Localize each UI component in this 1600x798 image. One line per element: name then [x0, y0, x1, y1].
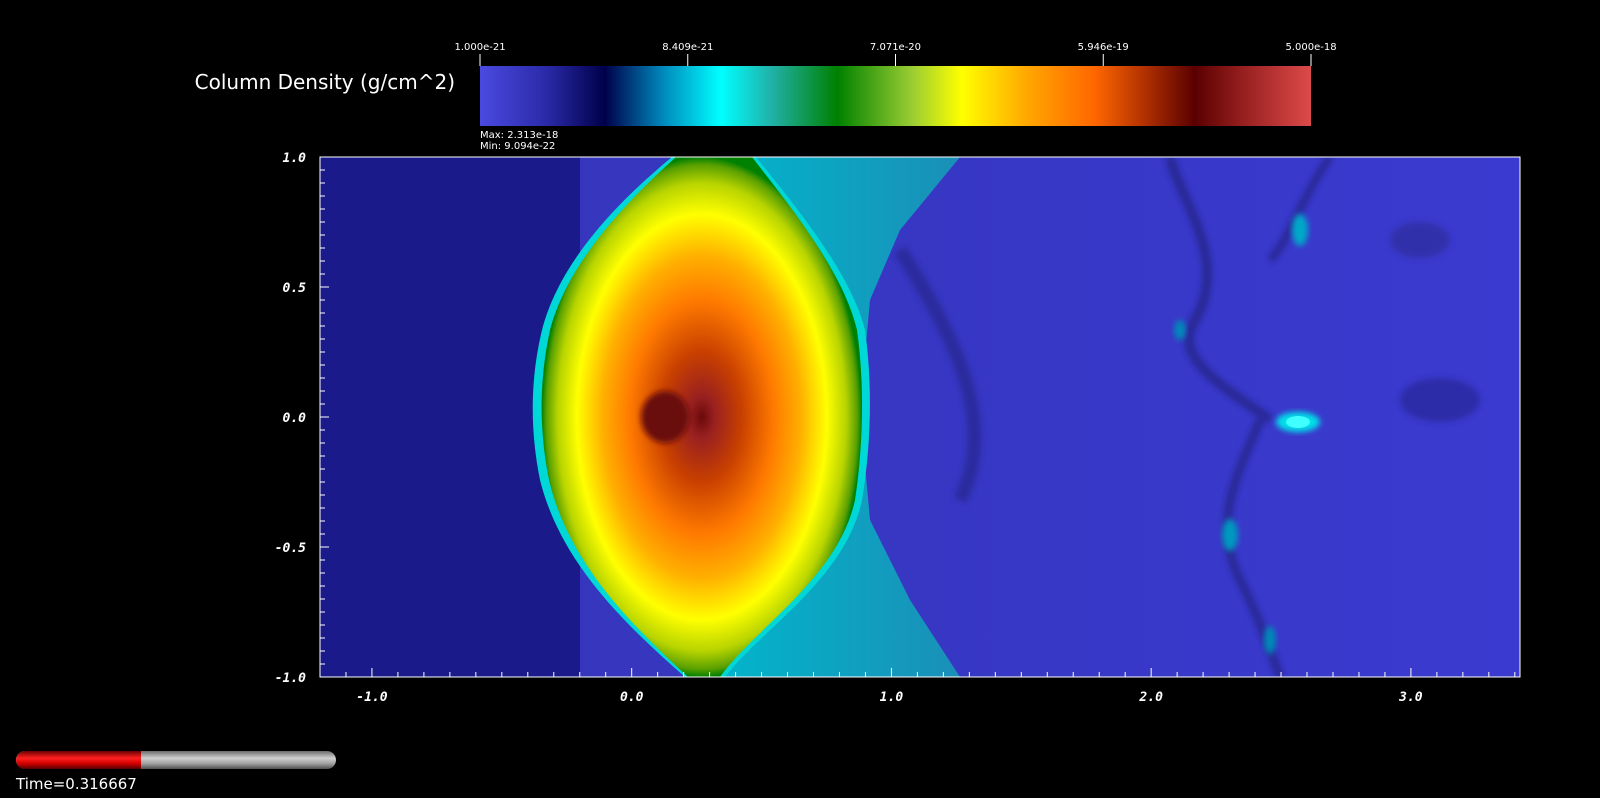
x-tick-label: 3.0	[1398, 690, 1423, 705]
y-tick-label: -1.0	[275, 671, 306, 686]
colorbar-max: Max: 2.313e-18	[480, 130, 559, 141]
y-tick-label: 0.0	[283, 411, 307, 426]
y-tick-label: 1.0	[283, 151, 307, 166]
time-progress-fill	[16, 751, 141, 769]
colorbar: 1.000e-21 8.409e-21 7.071e-20 5.946e-19 5.00…	[454, 42, 1337, 126]
colorbar-gradient	[480, 66, 1311, 126]
colorbar-tick-label: 5.946e-19	[1078, 42, 1129, 53]
x-tick-label: -1.0	[356, 690, 387, 705]
y-tick-label: -0.5	[275, 541, 306, 556]
x-tick-label: 0.0	[620, 690, 644, 705]
time-progress-bar[interactable]	[16, 751, 336, 769]
colorbar-ticks: 1.000e-21 8.409e-21 7.071e-20 5.946e-19 5.00…	[454, 42, 1337, 66]
colorbar-tick-label: 8.409e-21	[662, 42, 713, 53]
time-label: Time=0.316667	[16, 775, 137, 793]
colorbar-title: Column Density (g/cm^2)	[194, 70, 455, 94]
x-tick-label: 1.0	[880, 690, 904, 705]
colorbar-tick-label: 1.000e-21	[454, 42, 505, 53]
x-tick-label: 2.0	[1138, 690, 1163, 705]
y-tick-label: 0.5	[283, 281, 307, 296]
heatmap-image	[320, 157, 1520, 677]
clump-core	[641, 391, 689, 443]
colorbar-tick-label: 5.000e-18	[1285, 42, 1336, 53]
colorbar-tick-label: 7.071e-20	[870, 42, 921, 53]
figure-canvas: 1.000e-21 8.409e-21 7.071e-20 5.946e-19 5.00…	[275, 42, 1521, 705]
colorbar-min: Min: 9.094e-22	[480, 141, 556, 152]
